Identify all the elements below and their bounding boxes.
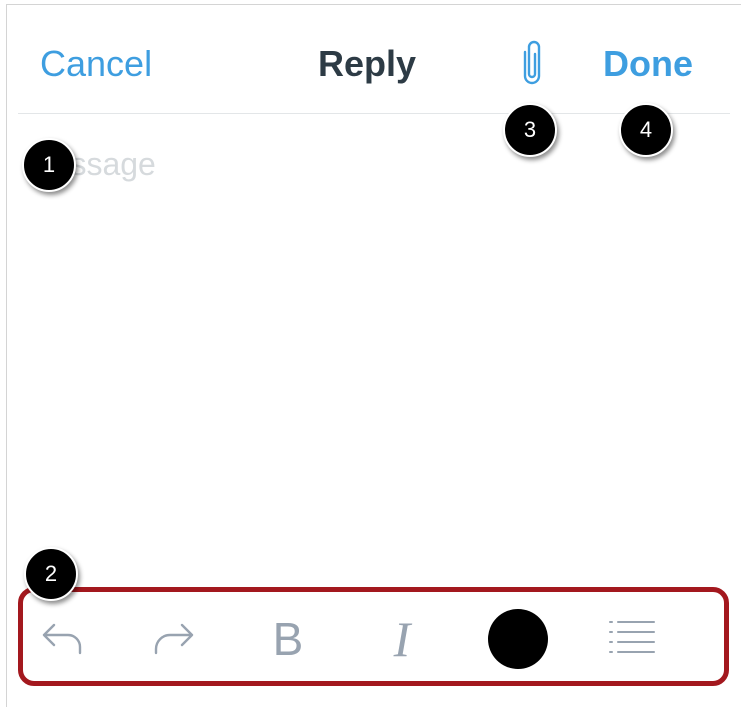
italic-icon[interactable]: I [374, 611, 430, 667]
callout-4: 4 [619, 103, 673, 157]
message-input[interactable] [20, 130, 720, 540]
undo-icon[interactable] [34, 611, 90, 667]
list-icon[interactable] [604, 611, 660, 667]
cancel-button[interactable]: Cancel [40, 42, 152, 86]
redo-icon[interactable] [146, 611, 202, 667]
done-button[interactable]: Done [603, 42, 693, 86]
callout-1: 1 [22, 138, 76, 192]
callout-3: 3 [503, 103, 557, 157]
navigation-bar: Cancel Reply Done [0, 0, 741, 112]
bold-icon[interactable]: B [260, 611, 316, 667]
text-color-icon[interactable] [488, 609, 548, 669]
page-title: Reply [318, 43, 417, 84]
callout-2: 2 [24, 547, 78, 601]
paperclip-icon[interactable] [514, 38, 550, 90]
